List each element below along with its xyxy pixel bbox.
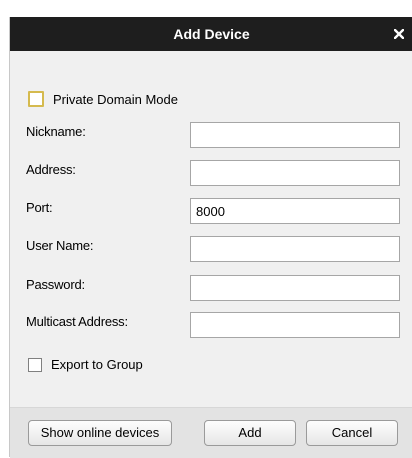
port-field[interactable]	[190, 198, 400, 224]
user-name-label: User Name:	[26, 238, 94, 253]
address-label: Address:	[26, 162, 76, 177]
close-button[interactable]	[391, 25, 407, 43]
multicast-address-field[interactable]	[190, 312, 400, 338]
export-to-group-checkbox[interactable]	[28, 357, 42, 372]
dialog-content: Private Domain Mode Nickname: Address: P…	[10, 51, 412, 407]
add-button[interactable]: Add	[204, 420, 296, 446]
port-label: Port:	[26, 200, 53, 215]
user-name-field[interactable]	[190, 236, 400, 262]
export-to-group-label: Export to Group	[51, 357, 143, 372]
dialog-titlebar: Add Device	[10, 17, 412, 51]
password-label: Password:	[26, 277, 85, 292]
multicast-address-label: Multicast Address:	[26, 314, 128, 329]
close-icon	[394, 29, 404, 39]
private-domain-mode-label: Private Domain Mode	[53, 91, 178, 107]
show-online-devices-button[interactable]: Show online devices	[28, 420, 172, 446]
private-domain-mode-row[interactable]: Private Domain Mode	[28, 91, 178, 107]
export-to-group-row[interactable]: Export to Group	[28, 357, 143, 372]
dialog-footer: Show online devices Add Cancel	[10, 407, 412, 458]
address-field[interactable]	[190, 160, 400, 186]
cancel-button[interactable]: Cancel	[306, 420, 398, 446]
password-field[interactable]	[190, 275, 400, 301]
nickname-field[interactable]	[190, 122, 400, 148]
add-device-dialog: Add Device Private Domain Mode Nickname:…	[9, 17, 412, 458]
dialog-title: Add Device	[173, 26, 250, 42]
private-domain-mode-checkbox[interactable]	[28, 91, 44, 107]
nickname-label: Nickname:	[26, 124, 86, 139]
